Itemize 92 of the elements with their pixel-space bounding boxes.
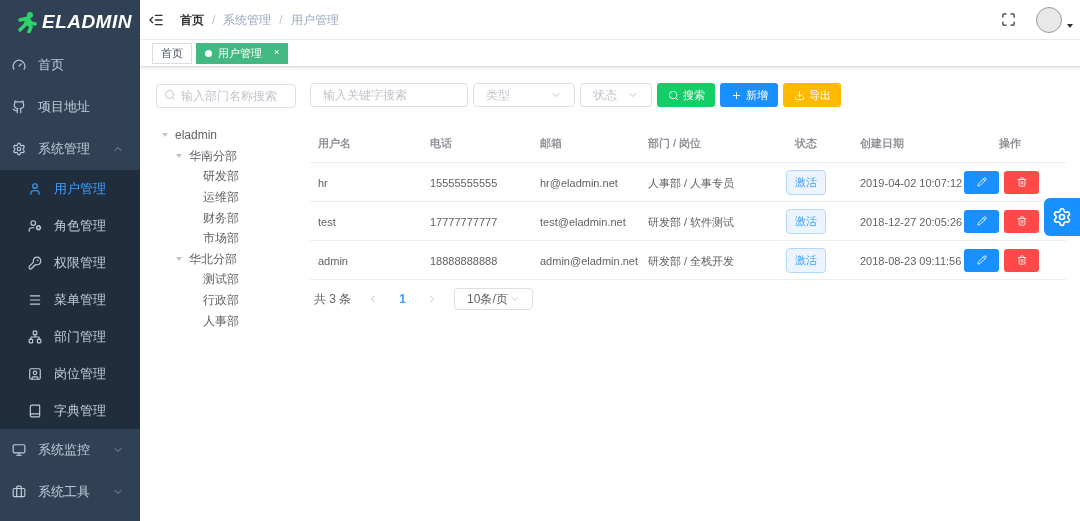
- submenu-item[interactable]: 菜单管理: [0, 281, 140, 318]
- table-cell: 人事部 / 人事专员: [648, 177, 735, 189]
- trash-icon: [1016, 216, 1027, 226]
- status-tag: 激活: [786, 208, 826, 234]
- trash-icon: [1016, 177, 1027, 187]
- tree-node-label[interactable]: 华南分部: [189, 146, 237, 165]
- settings-icon: [1052, 207, 1072, 227]
- briefcase-icon: [12, 485, 26, 499]
- page-size-select[interactable]: 10条/页: [454, 288, 534, 310]
- tree-node-label[interactable]: 测试部: [203, 270, 239, 289]
- submenu-item[interactable]: 岗位管理: [0, 355, 140, 392]
- trash-icon: [1016, 255, 1027, 265]
- column-header: 操作: [999, 136, 1021, 152]
- table-cell: 15555555555: [430, 177, 498, 189]
- tree-node-label[interactable]: 市场部: [203, 229, 239, 248]
- sidebar-item[interactable]: 系统工具: [0, 471, 140, 513]
- edit-button[interactable]: [964, 248, 999, 272]
- submenu-item[interactable]: 权限管理: [0, 244, 140, 281]
- pencil-icon: [976, 216, 987, 226]
- person-card-icon: [28, 366, 42, 381]
- tree-node-label[interactable]: 人事部: [203, 311, 239, 330]
- breadcrumb-item: 用户管理: [290, 11, 339, 29]
- tree-node-label[interactable]: 研发部: [203, 167, 239, 186]
- table-cell: hr: [318, 177, 328, 189]
- tree-node-label[interactable]: 行政部: [203, 291, 239, 310]
- running-figure-icon: [16, 11, 38, 33]
- pencil-icon: [976, 177, 987, 187]
- table-cell: test@eladmin.net: [540, 216, 626, 228]
- download-icon: [793, 89, 805, 101]
- monitor-icon: [12, 443, 26, 457]
- table-cell: admin: [318, 255, 348, 267]
- table-cell: 2018-08-23 09:11:56: [860, 255, 962, 267]
- user-icon: [28, 181, 42, 196]
- search-icon: [667, 89, 679, 101]
- table-cell: hr@eladmin.net: [540, 177, 618, 189]
- gear-icon: [12, 142, 26, 156]
- cat-icon: [12, 100, 26, 114]
- logo-text: ELADMIN: [42, 9, 132, 34]
- submenu-item[interactable]: 部门管理: [0, 318, 140, 355]
- keyword-search-field[interactable]: 输入关键字搜索: [310, 83, 468, 107]
- network-icon: [28, 329, 42, 344]
- column-header: 创建日期: [860, 136, 904, 152]
- search-icon: [164, 89, 176, 101]
- breadcrumb-item[interactable]: 首页: [180, 10, 204, 29]
- pencil-icon: [976, 255, 987, 265]
- tree-node-label[interactable]: 财务部: [203, 208, 239, 227]
- settings-button[interactable]: [1044, 198, 1080, 236]
- total-count: 共 3 条: [314, 291, 352, 308]
- table-cell: 2018-12-27 20:05:26: [860, 216, 963, 228]
- breadcrumb-item: 系统管理: [223, 11, 272, 29]
- table-cell: 2019-04-02 10:07:12: [860, 177, 963, 189]
- edit-button[interactable]: [964, 170, 999, 194]
- status-tag: 激活: [786, 247, 826, 273]
- column-header: 邮箱: [540, 136, 562, 152]
- submenu-item[interactable]: 角色管理: [0, 207, 140, 244]
- table-cell: 研发部 / 软件测试: [648, 216, 735, 228]
- sidebar-item[interactable]: 系统管理: [0, 128, 140, 170]
- plus-icon: [730, 89, 742, 101]
- status-tag: 激活: [786, 169, 826, 195]
- submenu-item[interactable]: 字典管理: [0, 392, 140, 429]
- submenu-item[interactable]: 用户管理: [0, 170, 140, 207]
- column-header: 用户名: [318, 136, 351, 152]
- delete-button[interactable]: [1004, 170, 1039, 194]
- key-icon: [28, 255, 42, 270]
- list-icon: [28, 292, 42, 307]
- sidebar-item[interactable]: 系统监控: [0, 429, 140, 471]
- gauge-icon: [12, 58, 26, 72]
- tree-node-label[interactable]: eladmin: [175, 126, 218, 145]
- table-cell: admin@eladmin.net: [540, 255, 638, 267]
- column-header: 部门 / 岗位: [648, 136, 702, 152]
- breadcrumb-separator: /: [279, 11, 283, 29]
- user-gear-icon: [28, 218, 42, 233]
- sidebar-item[interactable]: 首页: [0, 44, 140, 86]
- fullscreen-icon[interactable]: [1001, 12, 1016, 27]
- tag-tab[interactable]: 首页: [152, 42, 192, 64]
- sidebar-item[interactable]: 项目地址: [0, 86, 140, 128]
- tree-node-label[interactable]: 华北分部: [189, 249, 237, 268]
- delete-button[interactable]: [1004, 209, 1039, 233]
- table-cell: 研发部 / 全栈开发: [648, 255, 735, 267]
- edit-button[interactable]: [964, 209, 999, 233]
- delete-button[interactable]: [1004, 248, 1039, 272]
- column-header: 电话: [430, 136, 452, 152]
- caret-down-icon[interactable]: [1066, 21, 1074, 30]
- tree-node-label[interactable]: 运维部: [203, 188, 239, 207]
- chevron-down-icon: [510, 294, 521, 304]
- breadcrumb-separator: /: [212, 11, 216, 29]
- table-cell: 17777777777: [430, 216, 498, 228]
- column-header: 状态: [795, 136, 817, 152]
- table-cell: test: [318, 216, 336, 228]
- table-cell: 18888888888: [430, 255, 498, 267]
- dept-search-field[interactable]: 输入部门名称搜索: [156, 84, 296, 108]
- book-icon: [28, 403, 42, 418]
